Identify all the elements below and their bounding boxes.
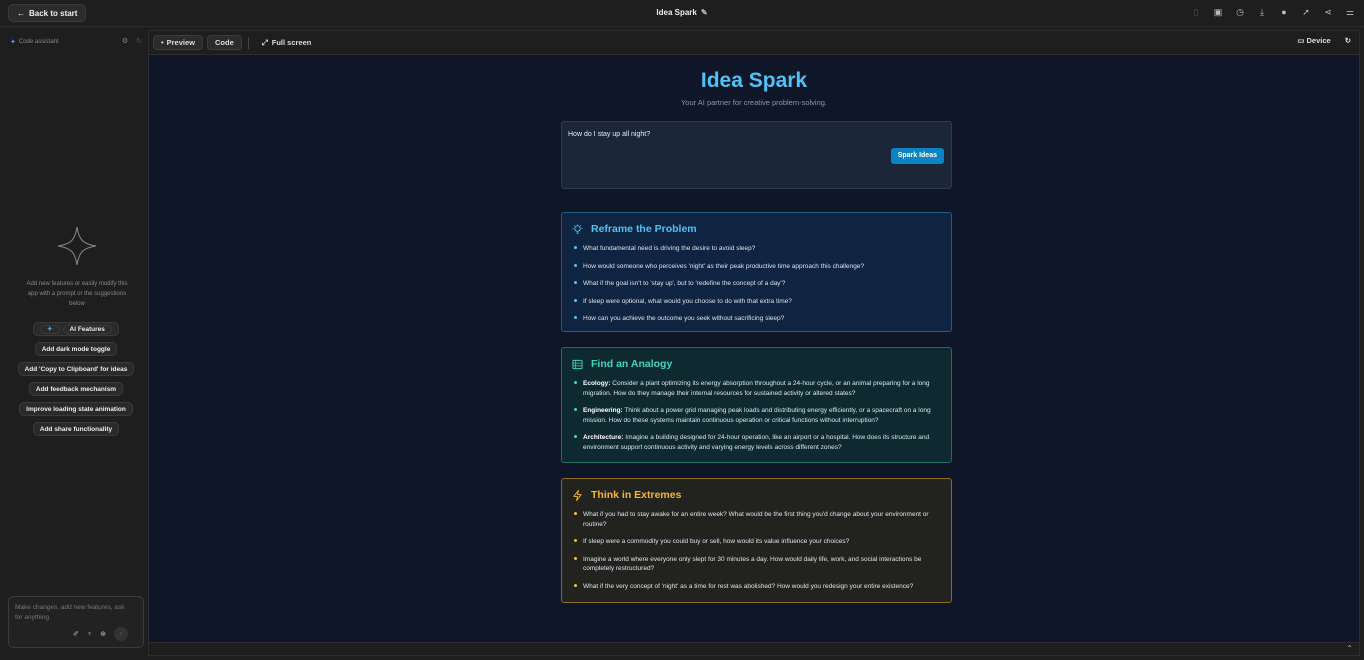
sparkle-icon: ✦ <box>40 325 60 334</box>
save-icon[interactable]: ▣ <box>1212 6 1224 18</box>
page-subtitle: Your AI partner for creative problem-sol… <box>680 98 828 107</box>
toolbar-right: ▭ Device ↻ <box>1297 36 1351 45</box>
toolbar-divider <box>247 36 249 49</box>
suggestion-copy-clipboard-button[interactable]: Add 'Copy to Clipboard' for ideas <box>17 362 135 376</box>
suggestion-share-button[interactable]: Add share functionality <box>32 422 120 436</box>
spark-ideas-button[interactable]: Spark Ideas <box>890 148 944 164</box>
ai-features-row: ✦ AI Features <box>4 322 148 336</box>
settings-icon[interactable]: ⚌ <box>1344 6 1356 18</box>
lightning-icon <box>572 489 583 501</box>
app-preview: Idea Spark Your AI partner for creative … <box>149 55 1359 642</box>
history-icon[interactable]: ◷ <box>1234 6 1246 18</box>
refresh-icon[interactable]: ↻ <box>136 37 142 45</box>
magic-wand-icon[interactable]: ✐ <box>73 630 79 638</box>
analogy-card: Find an Analogy Ecology: Consider a plan… <box>561 347 952 463</box>
suggestion-row: Add feedback mechanism <box>4 382 148 396</box>
pencil-icon[interactable]: ✎ <box>701 8 708 17</box>
suggestion-row: Add share functionality <box>4 422 148 436</box>
device-button[interactable]: ▭ Device <box>1297 36 1330 45</box>
chat-input-placeholder: Make changes, add new features, ask for … <box>15 604 125 621</box>
chat-input-box[interactable]: Make changes, add new features, ask for … <box>8 596 144 648</box>
bookmark-icon[interactable]: ▯ <box>1190 6 1202 18</box>
top-actions: ▯ ▣ ◷ ⤓ ● ➚ ⋖ ⚌ <box>1190 6 1356 18</box>
suggestion-feedback-button[interactable]: Add feedback mechanism <box>28 382 124 396</box>
sidebar-header-actions: ⚙ ↻ <box>122 37 142 45</box>
analogy-title: Find an Analogy <box>572 358 672 370</box>
list-item: Ecology: Consider a plant optimizing its… <box>574 379 944 398</box>
extremes-card: Think in Extremes What if you had to sta… <box>561 478 952 603</box>
extremes-title: Think in Extremes <box>572 489 681 501</box>
list-item: What fundamental need is driving the des… <box>574 244 944 254</box>
chevron-up-icon[interactable]: ⌃ <box>1346 644 1353 653</box>
star-outline-icon <box>57 226 97 266</box>
list-item: If sleep were a commodity you could buy … <box>574 537 944 547</box>
rocket-icon[interactable]: ➚ <box>1300 6 1312 18</box>
reframe-card: Reframe the Problem What fundamental nee… <box>561 212 952 332</box>
lightbulb-icon <box>572 223 583 235</box>
list-item: What if the goal isn't to 'stay up', but… <box>574 279 944 289</box>
code-assistant-sidebar: ✦ Code assistant ⚙ ↻ Add new features or… <box>4 30 148 656</box>
full-screen-button[interactable]: ⤢ Full screen <box>255 35 319 50</box>
app-title[interactable]: Idea Spark ✎ <box>0 8 1364 17</box>
top-bar: ← Back to start Idea Spark ✎ ▯ ▣ ◷ ⤓ ● ➚ … <box>0 0 1364 27</box>
expand-icon: ⤢ <box>261 37 268 47</box>
page-title: Idea Spark <box>700 69 808 92</box>
reload-icon[interactable]: ↻ <box>1345 36 1351 45</box>
suggestion-loading-animation-button[interactable]: Improve loading state animation <box>19 402 133 416</box>
list-item: What if you had to stay awake for an ent… <box>574 510 944 529</box>
tab-preview[interactable]: • Preview <box>153 35 203 50</box>
sidebar-description: Add new features or easily modify this a… <box>26 281 128 307</box>
add-context-icon[interactable]: ⊕ <box>100 630 106 638</box>
analogy-list: Ecology: Consider a plant optimizing its… <box>574 379 944 460</box>
dot-icon: • <box>161 38 164 47</box>
suggestion-row: Improve loading state animation <box>4 402 148 416</box>
question-input-card[interactable]: How do I stay up all night? Spark Ideas <box>561 121 952 189</box>
chat-actions: ✐ ♆ ⊕ ↑ <box>73 627 128 641</box>
device-icon: ▭ <box>1297 36 1307 45</box>
list-item: If sleep were optional, what would you c… <box>574 297 944 307</box>
sparkle-icon: ✦ <box>10 39 16 46</box>
list-item: Architecture: Imagine a building designe… <box>574 433 944 452</box>
preview-toolbar: • Preview Code ⤢ Full screen ▭ Device ↻ <box>149 31 1359 55</box>
list-item: Imagine a world where everyone only slep… <box>574 555 944 574</box>
tab-code[interactable]: Code <box>207 35 242 50</box>
suggestion-row: Add 'Copy to Clipboard' for ideas <box>4 362 148 376</box>
main-panel: • Preview Code ⤢ Full screen ▭ Device ↻ Id… <box>148 30 1360 656</box>
reframe-title: Reframe the Problem <box>572 223 697 235</box>
ai-features-button[interactable]: ✦ AI Features <box>33 322 119 336</box>
console-strip: ⌃ <box>149 642 1359 655</box>
code-assistant-header: ✦ Code assistant <box>10 39 59 46</box>
download-icon[interactable]: ⤓ <box>1256 6 1268 18</box>
list-item: What if the very concept of 'night' as a… <box>574 582 944 592</box>
list-item: Engineering: Think about a power grid ma… <box>574 406 944 425</box>
question-input[interactable]: How do I stay up all night? <box>568 131 650 138</box>
send-button[interactable]: ↑ <box>114 627 128 641</box>
extremes-list: What if you had to stay awake for an ent… <box>574 510 944 599</box>
github-icon[interactable]: ● <box>1278 6 1290 18</box>
reframe-list: What fundamental need is driving the des… <box>574 244 944 332</box>
microphone-icon[interactable]: ♆ <box>87 631 92 638</box>
share-icon[interactable]: ⋖ <box>1322 6 1334 18</box>
list-item: How can you achieve the outcome you seek… <box>574 314 944 324</box>
suggestion-row: Add dark mode toggle <box>4 342 148 356</box>
layers-icon <box>572 359 583 370</box>
gear-icon[interactable]: ⚙ <box>122 37 128 45</box>
list-item: How would someone who perceives 'night' … <box>574 262 944 272</box>
suggestion-dark-mode-button[interactable]: Add dark mode toggle <box>34 342 118 356</box>
